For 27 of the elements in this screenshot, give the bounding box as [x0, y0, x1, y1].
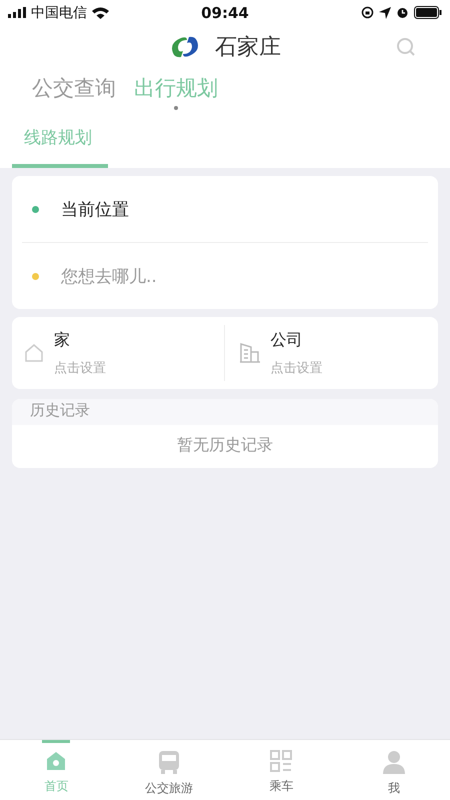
location-arrow-icon [379, 6, 391, 18]
battery-icon [414, 6, 442, 19]
origin-field[interactable]: 当前位置 [61, 198, 129, 220]
alarm-icon [396, 6, 409, 19]
rotation-lock-icon [361, 6, 374, 19]
shortcut-title[interactable]: 公司 [270, 330, 322, 350]
search-icon[interactable] [396, 37, 416, 57]
signal-icon [8, 7, 26, 18]
bus-icon [158, 750, 180, 774]
shortcut-hint: 点击设置 [54, 360, 106, 376]
shortcut-hint: 点击设置 [270, 360, 322, 376]
person-icon [382, 750, 406, 774]
nav-item[interactable]: 乘车 [225, 740, 338, 800]
grid-icon [270, 750, 292, 772]
carrier-label: 中国电信 [31, 4, 87, 22]
history-header: 历史记录 [12, 399, 438, 425]
house-icon [24, 343, 44, 363]
building-icon [238, 342, 260, 364]
nav-item[interactable]: 我 [338, 740, 450, 800]
empty-message: 暂无历史记录 [176, 434, 274, 456]
city-title: 石家庄 [215, 34, 281, 62]
shortcut-title[interactable]: 家 [54, 330, 106, 350]
logo-icon [169, 34, 201, 58]
home-icon [45, 750, 68, 772]
wifi-icon [92, 6, 109, 18]
nav-item[interactable]: 公交旅游 [112, 740, 225, 800]
clock-time: 09:44 [201, 4, 249, 22]
